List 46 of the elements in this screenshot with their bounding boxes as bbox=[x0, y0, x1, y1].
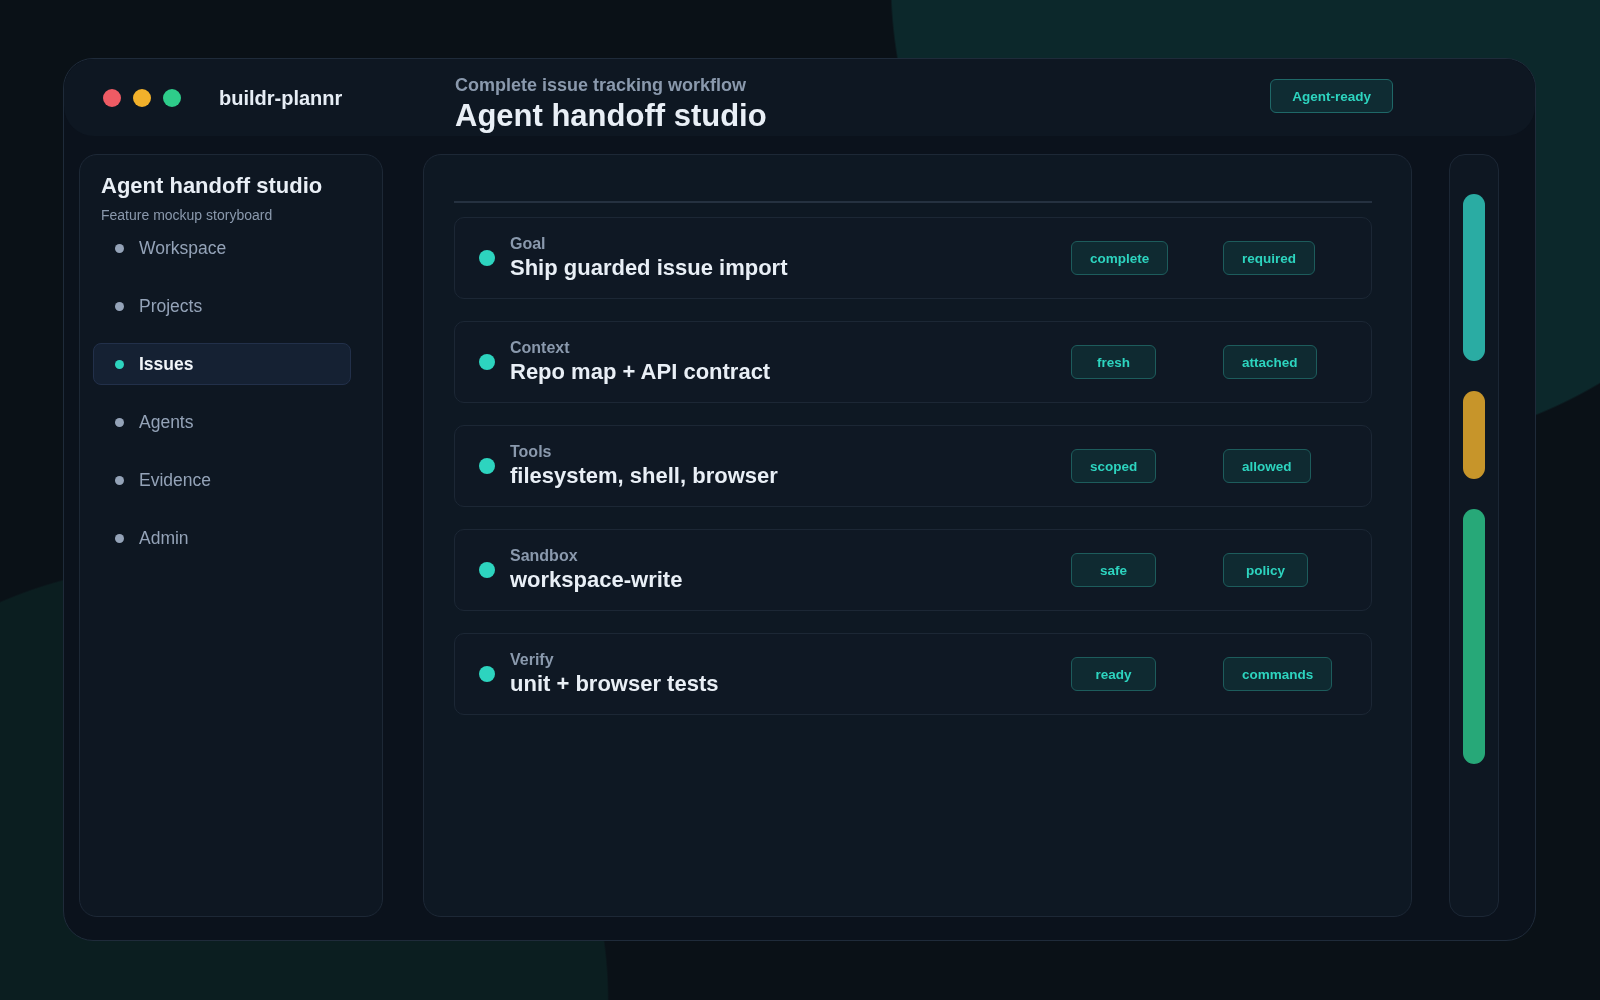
status-tag: ready bbox=[1071, 657, 1156, 691]
row-value: filesystem, shell, browser bbox=[510, 462, 778, 490]
status-tag: scoped bbox=[1071, 449, 1157, 483]
nav-item[interactable]: Projects bbox=[93, 285, 351, 327]
row-value: unit + browser tests bbox=[510, 670, 719, 698]
nav-item[interactable]: Workspace bbox=[93, 227, 351, 269]
page-title: Agent handoff studio bbox=[455, 97, 767, 135]
status-dot-icon bbox=[479, 562, 495, 578]
nav-dot-icon bbox=[115, 475, 124, 485]
status-tag: required bbox=[1223, 241, 1315, 275]
status-badge: Agent-ready bbox=[1270, 79, 1393, 113]
status-dot-icon bbox=[479, 250, 495, 266]
row-value: workspace-write bbox=[510, 566, 683, 594]
sidebar-title: Agent handoff studio bbox=[101, 172, 323, 200]
nav-item[interactable]: Admin bbox=[93, 517, 351, 559]
status-tag: attached bbox=[1223, 345, 1317, 379]
nav-item[interactable]: Evidence bbox=[93, 459, 351, 501]
row-label: Sandbox bbox=[510, 546, 578, 566]
nav-dot-icon bbox=[115, 533, 124, 543]
nav-dot-icon bbox=[115, 243, 124, 253]
status-tag: safe bbox=[1071, 553, 1156, 587]
row-label: Tools bbox=[510, 442, 552, 462]
nav-item[interactable]: Agents bbox=[93, 401, 351, 443]
status-dot-icon bbox=[479, 458, 495, 474]
status-tag: allowed bbox=[1223, 449, 1311, 483]
window-control-icon[interactable] bbox=[103, 88, 121, 107]
row-label: Context bbox=[510, 338, 570, 358]
window-control-icon[interactable] bbox=[163, 88, 181, 107]
nav-dot-icon bbox=[115, 359, 124, 369]
row-label: Goal bbox=[510, 234, 546, 254]
nav-item[interactable]: Issues bbox=[93, 343, 351, 385]
page-eyebrow: Complete issue tracking workflow bbox=[455, 74, 748, 96]
status-tag: complete bbox=[1071, 241, 1169, 275]
row-value: Ship guarded issue import bbox=[510, 254, 788, 282]
status-dot-icon bbox=[479, 666, 495, 682]
app-name: buildr-plannr bbox=[219, 87, 343, 110]
row-value: Repo map + API contract bbox=[510, 358, 771, 386]
nav-dot-icon bbox=[115, 301, 124, 311]
sidebar-subtitle: Feature mockup storyboard bbox=[101, 206, 273, 224]
row-label: Verify bbox=[510, 650, 554, 670]
status-dot-icon bbox=[479, 354, 495, 370]
status-tag: commands bbox=[1223, 657, 1333, 691]
status-tag: policy bbox=[1223, 553, 1308, 587]
nav-dot-icon bbox=[115, 417, 124, 427]
status-tag: fresh bbox=[1071, 345, 1156, 379]
window-control-icon[interactable] bbox=[133, 88, 151, 107]
